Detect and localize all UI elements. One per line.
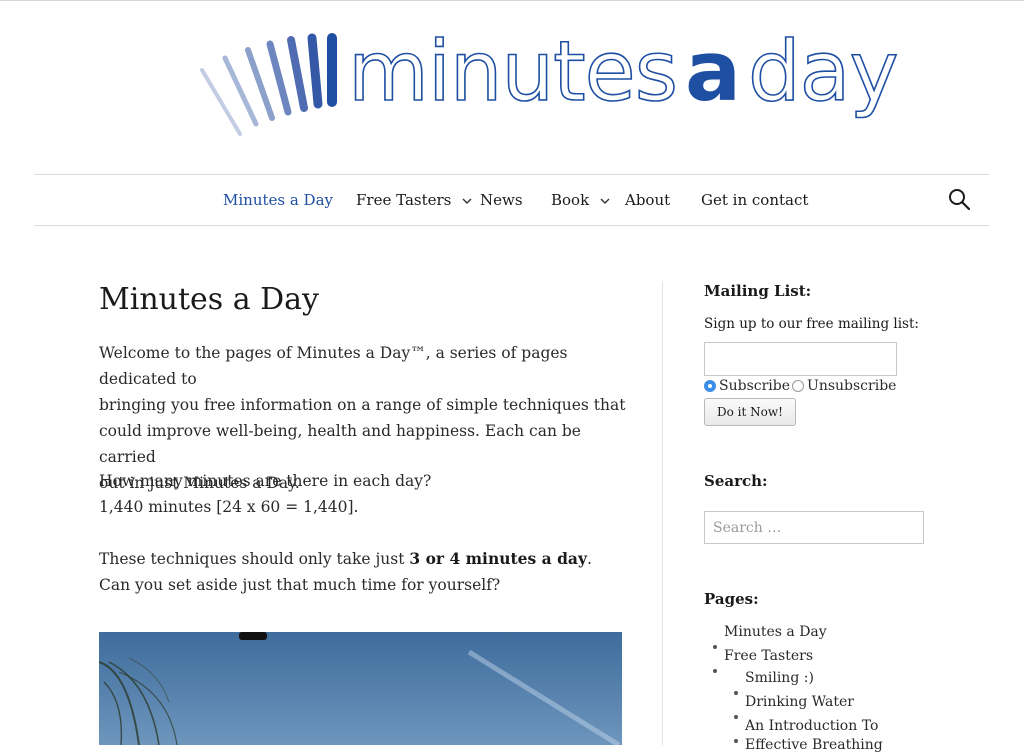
bullet-icon [734, 739, 738, 743]
unsubscribe-label[interactable]: Unsubscribe [807, 378, 896, 394]
logo-word-minutes: minutes [347, 22, 679, 121]
hero-image [99, 632, 622, 745]
page-title: Minutes a Day [99, 282, 320, 317]
site-logo[interactable]: minutesaday [200, 22, 899, 138]
nav-item-label: Free Tasters [356, 191, 452, 209]
intro-line: bringing you free information on a range… [99, 396, 626, 414]
nav-item-label: News [480, 191, 523, 209]
email-field[interactable] [704, 342, 897, 376]
nav-item-get-in-contact[interactable]: Get in contact [701, 175, 808, 225]
search-widget-title: Search: [704, 472, 768, 490]
intro-line: Welcome to the pages of Minutes a Day™, … [99, 344, 568, 388]
techniques-emphasis: 3 or 4 minutes a day [409, 549, 587, 568]
pages-widget-title: Pages: [704, 590, 759, 608]
nav-item-label: About [625, 191, 671, 209]
nav-item-about[interactable]: About [625, 175, 670, 225]
chevron-down-icon [600, 198, 610, 204]
pages-item-introduction[interactable]: An Introduction To [745, 718, 878, 734]
nav-item-minutes-a-day[interactable]: Minutes a Day [223, 175, 333, 225]
nav-item-label: Book [551, 191, 590, 209]
nav-item-label: Get in contact [701, 191, 809, 209]
nav-menu: Minutes a Day Free Tasters News Book Abo… [34, 175, 989, 225]
techniques-question: Can you set aside just that much time fo… [99, 576, 501, 594]
subscribe-radio[interactable] [704, 380, 716, 392]
nav-item-label: Minutes a Day [223, 191, 334, 209]
nav-item-free-tasters[interactable]: Free Tasters [356, 175, 472, 225]
minutes-paragraph: How many minutes are there in each day? … [99, 468, 629, 520]
nav-item-book[interactable]: Book [551, 175, 610, 225]
chevron-down-icon [462, 198, 472, 204]
logo-word-day: day [747, 22, 899, 121]
pages-item-drinking-water[interactable]: Drinking Water [745, 694, 854, 710]
top-border [0, 0, 1024, 1]
minutes-question: How many minutes are there in each day? [99, 472, 432, 490]
signup-label: Sign up to our free mailing list: [704, 316, 919, 332]
minutes-answer: 1,440 minutes [24 x 60 = 1,440]. [99, 498, 359, 516]
sidebar-search-input[interactable] [704, 511, 924, 544]
bullet-icon [713, 645, 717, 649]
nav-item-news[interactable]: News [480, 175, 523, 225]
intro-line: could improve well-being, health and hap… [99, 422, 581, 466]
techniques-text: These techniques should only take just [99, 550, 410, 568]
main-navigation: Minutes a Day Free Tasters News Book Abo… [34, 174, 989, 226]
pages-item-smiling[interactable]: Smiling :) [745, 670, 814, 686]
subscribe-submit-button[interactable]: Do it Now! [704, 398, 796, 426]
techniques-line: These techniques should only take just 3… [99, 546, 629, 572]
logo-wordmark: minutesaday [347, 22, 899, 122]
techniques-period: . [586, 550, 592, 568]
search-icon [949, 189, 971, 211]
subscription-options: Subscribe Unsubscribe [704, 378, 896, 394]
search-toggle-button[interactable] [947, 187, 973, 213]
content-divider [662, 281, 663, 745]
unsubscribe-radio[interactable] [792, 380, 805, 392]
bullet-icon [713, 669, 717, 673]
pages-item-minutes-a-day[interactable]: Minutes a Day [724, 624, 827, 640]
logo-strokes-icon [200, 33, 337, 136]
bullet-icon [734, 691, 738, 695]
techniques-paragraph: These techniques should only take just 3… [99, 546, 629, 598]
sky-willow-image [99, 632, 622, 745]
logo-word-a: a [684, 23, 741, 120]
mailing-list-title: Mailing List: [704, 282, 812, 300]
bullet-icon [734, 715, 738, 719]
subscribe-label[interactable]: Subscribe [719, 378, 790, 394]
pages-item-free-tasters[interactable]: Free Tasters [724, 648, 813, 664]
main-content: Minutes a Day Welcome to the pages of Mi… [99, 280, 629, 594]
pages-item-effective-breathing[interactable]: Effective Breathing [745, 737, 883, 753]
